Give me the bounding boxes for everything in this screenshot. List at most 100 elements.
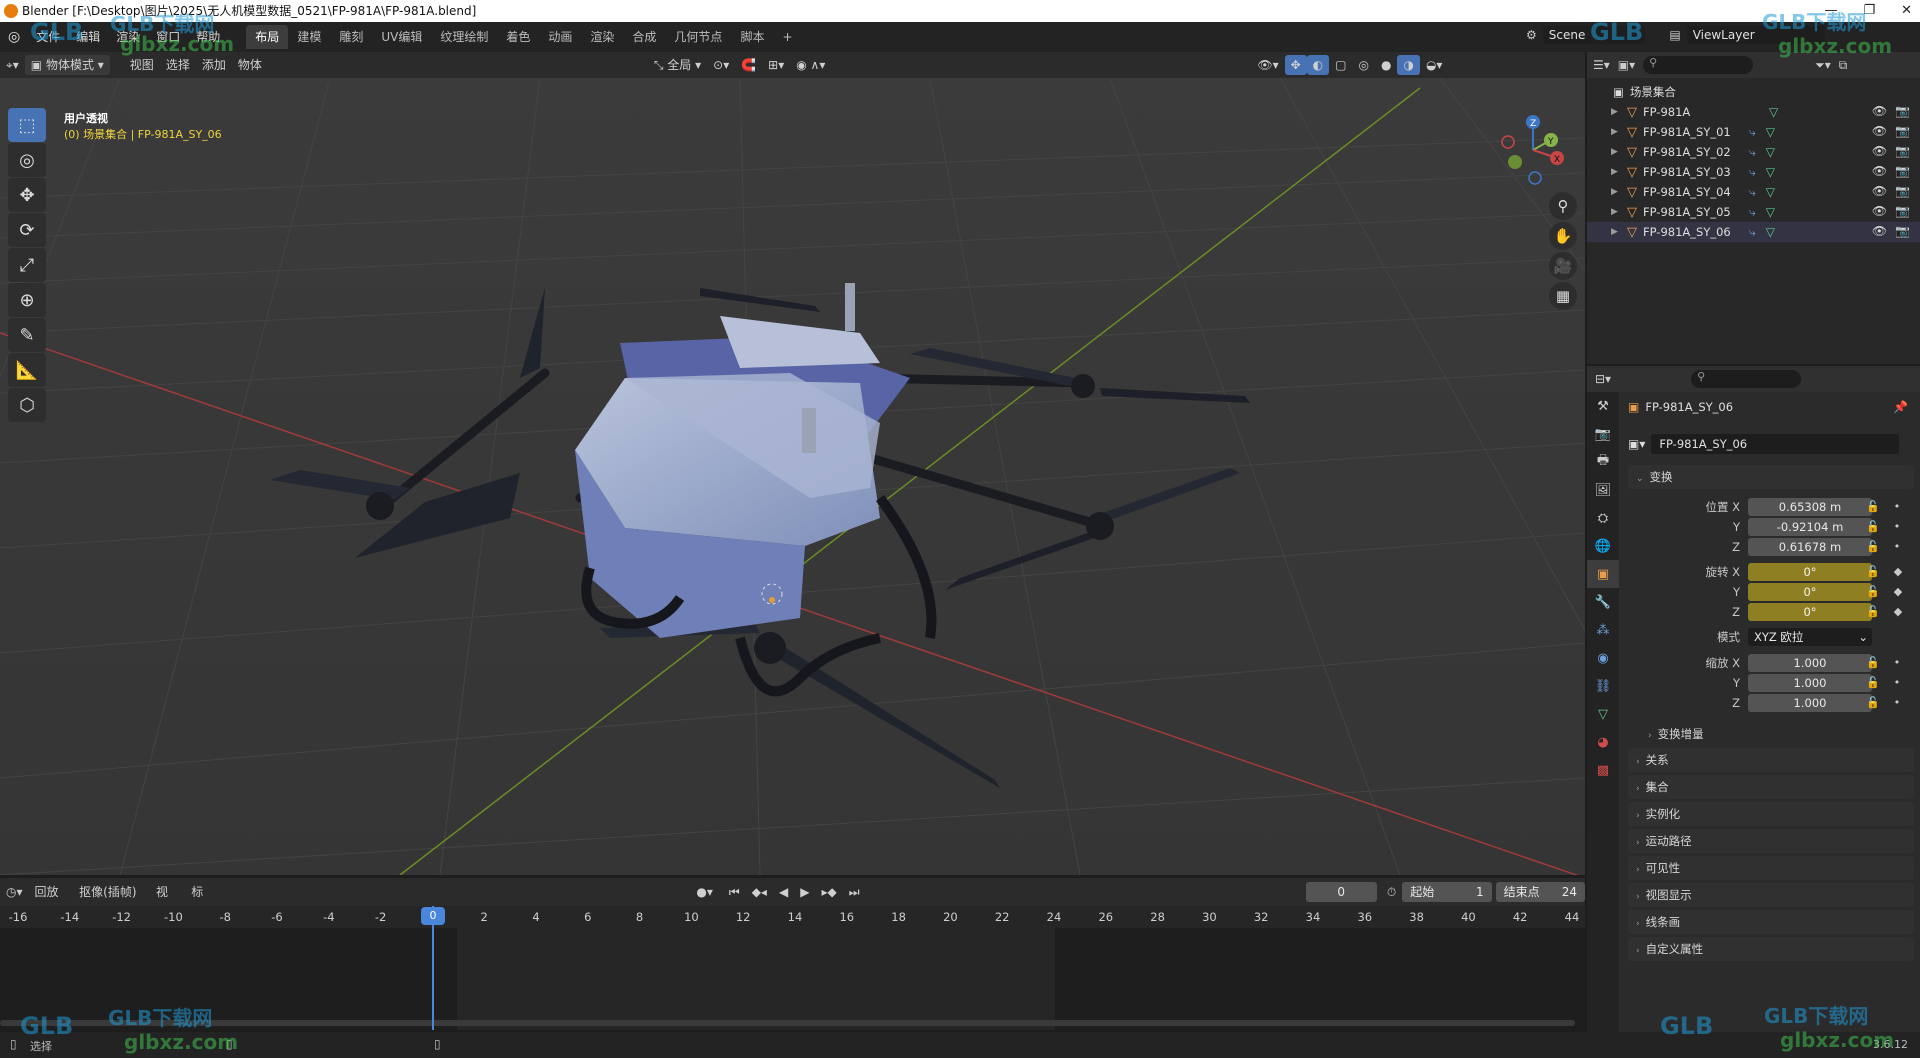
menu-keying[interactable]: 抠像(插帧) ▾ xyxy=(73,882,150,919)
expand-arrow-icon[interactable]: ▶ xyxy=(1611,187,1625,197)
tab-sculpting[interactable]: 雕刻 xyxy=(330,25,372,49)
rotation-mode-dropdown[interactable]: XYZ 欧拉 ⌄ xyxy=(1748,628,1872,646)
rotation-z-lock-icon[interactable]: 🔓 ◆ xyxy=(1866,605,1902,618)
measure-tool-icon[interactable]: 📐 xyxy=(8,353,46,387)
timeline-ruler[interactable]: -16-14-12-10-8-6-4-202468101214161820222… xyxy=(0,906,1585,928)
playhead-frame-label[interactable]: 0 xyxy=(421,907,445,925)
timer-icon[interactable]: ⏱ xyxy=(1387,885,1396,900)
tab-rendering[interactable]: 渲染 xyxy=(581,25,623,49)
world-tab-icon[interactable]: 🌐 xyxy=(1587,532,1619,560)
cursor-tool-icon[interactable]: ◎ xyxy=(8,143,46,177)
add-cube-tool-icon[interactable]: ⬡ xyxy=(8,388,46,422)
tab-compositing[interactable]: 合成 xyxy=(623,25,665,49)
tab-geometry-nodes[interactable]: 几何节点 xyxy=(665,25,731,49)
move-tool-icon[interactable]: ✥ xyxy=(8,178,46,212)
gizmo-toggle-icon[interactable]: ✥ xyxy=(1284,55,1307,75)
output-tab-icon[interactable]: 🖶 xyxy=(1587,448,1619,476)
outliner-editor-icon[interactable]: ☰▾ xyxy=(1593,58,1610,72)
outliner-root[interactable]: ▣ 场景集合 xyxy=(1587,82,1920,102)
next-key-icon[interactable]: ▸◆ xyxy=(815,882,842,902)
particles-tab-icon[interactable]: ⁂ xyxy=(1587,616,1619,644)
render-tab-icon[interactable]: 📷 xyxy=(1587,420,1619,448)
properties-editor-icon[interactable]: ⊟▾ xyxy=(1595,372,1611,386)
expand-arrow-icon[interactable]: ▶ xyxy=(1611,127,1625,137)
expand-arrow-icon[interactable]: ▶ xyxy=(1611,227,1625,237)
zoom-icon[interactable]: ⚲ xyxy=(1549,192,1577,220)
texture-tab-icon[interactable]: ▩ xyxy=(1587,756,1619,784)
expand-arrow-icon[interactable]: ▶ xyxy=(1611,107,1625,117)
location-z-field[interactable]: 0.61678 m xyxy=(1748,538,1872,556)
close-icon[interactable]: ✕ xyxy=(1901,0,1912,22)
jump-end-icon[interactable]: ⏭ xyxy=(843,882,866,902)
timeline-editor-icon[interactable]: ◷▾ xyxy=(0,882,29,902)
editor-type-icon[interactable]: ⌖▾ xyxy=(0,55,25,75)
expand-arrow-icon[interactable]: ▶ xyxy=(1611,207,1625,217)
location-y-lock-icon[interactable]: 🔓 • xyxy=(1866,520,1900,533)
data-tab-icon[interactable]: ▽ xyxy=(1587,700,1619,728)
visibility-icon[interactable]: 👁▾ xyxy=(1251,55,1284,75)
overlay-toggle-icon[interactable]: ◐ xyxy=(1306,55,1330,75)
snap-icon[interactable]: 🧲 xyxy=(735,55,762,75)
render-camera-icon[interactable]: 📷 xyxy=(1895,184,1910,198)
outliner-row[interactable]: ▶ ▽ FP-981A_SY_06 ⤷ ▽ 👁 📷 xyxy=(1587,222,1920,242)
tab-modeling[interactable]: 建模 xyxy=(288,25,330,49)
eye-icon[interactable]: 👁 xyxy=(1872,204,1887,218)
scale-x-field[interactable]: 1.000 xyxy=(1748,654,1872,672)
panel-collapsed[interactable]: › 视图显示 xyxy=(1628,883,1914,907)
outliner-row[interactable]: ▶ ▽ FP-981A ▽ 👁 📷 xyxy=(1587,102,1920,122)
mode-dropdown[interactable]: ▣ 物体模式 ▾ xyxy=(24,55,110,75)
physics-tab-icon[interactable]: ◉ xyxy=(1587,644,1619,672)
play-reverse-icon[interactable]: ◀ xyxy=(773,882,794,902)
shading-material-icon[interactable]: ◑ xyxy=(1397,55,1420,75)
constraints-tab-icon[interactable]: ⛓ xyxy=(1587,672,1619,700)
add-workspace-button[interactable]: + xyxy=(773,25,801,49)
ortho-grid-icon[interactable]: ▦ xyxy=(1549,282,1577,310)
eye-icon[interactable]: 👁 xyxy=(1872,124,1887,138)
rotation-x-lock-icon[interactable]: 🔓 ◆ xyxy=(1866,565,1902,578)
new-collection-icon[interactable]: ⧉ xyxy=(1839,58,1848,73)
tab-uv-editing[interactable]: UV编辑 xyxy=(372,25,431,49)
prev-key-icon[interactable]: ◆◂ xyxy=(746,882,773,902)
panel-collapsed[interactable]: › 关系 xyxy=(1628,748,1914,772)
3d-viewport[interactable] xyxy=(0,78,1585,875)
outliner-search-input[interactable]: ⚲ xyxy=(1643,56,1754,74)
scale-y-field[interactable]: 1.000 xyxy=(1748,674,1872,692)
rotation-y-field[interactable]: 0° xyxy=(1748,583,1872,601)
location-y-field[interactable]: -0.92104 m xyxy=(1748,518,1872,536)
view-layer-tab-icon[interactable]: 🖼 xyxy=(1587,476,1619,504)
filter-icon[interactable]: ⏷▾ xyxy=(1815,58,1831,73)
tab-scripting[interactable]: 脚本 xyxy=(731,25,773,49)
jump-start-icon[interactable]: ⏮ xyxy=(723,882,746,902)
auto-key-icon[interactable]: ●▾ xyxy=(690,882,719,902)
location-z-lock-icon[interactable]: 🔓 • xyxy=(1866,540,1900,553)
navigation-gizmo[interactable]: Z Y X xyxy=(1495,112,1565,188)
outliner-row[interactable]: ▶ ▽ FP-981A_SY_04 ⤷ ▽ 👁 📷 xyxy=(1587,182,1920,202)
pivot-icon[interactable]: ⊙▾ xyxy=(707,55,735,75)
scale-tool-icon[interactable]: ⤢ xyxy=(8,248,46,282)
menu-view[interactable]: 视图 xyxy=(124,55,160,75)
render-camera-icon[interactable]: 📷 xyxy=(1895,144,1910,158)
eye-icon[interactable]: 👁 xyxy=(1872,184,1887,198)
render-camera-icon[interactable]: 📷 xyxy=(1895,224,1910,238)
scale-z-lock-icon[interactable]: 🔓 • xyxy=(1866,696,1900,709)
outliner-row[interactable]: ▶ ▽ FP-981A_SY_05 ⤷ ▽ 👁 📷 xyxy=(1587,202,1920,222)
rotation-x-field[interactable]: 0° xyxy=(1748,563,1872,581)
rotate-tool-icon[interactable]: ⟳ xyxy=(8,213,46,247)
scene-tab-icon[interactable]: ⛭ xyxy=(1587,504,1619,532)
display-mode-icon[interactable]: ▣▾ xyxy=(1618,58,1635,72)
panel-collapsed[interactable]: › 运动路径 xyxy=(1628,829,1914,853)
xray-icon[interactable]: ▢ xyxy=(1329,55,1352,75)
blender-menu-icon[interactable]: ◎ xyxy=(0,26,28,48)
scale-x-lock-icon[interactable]: 🔓 • xyxy=(1866,656,1900,669)
tab-layout[interactable]: 布局 xyxy=(246,25,289,49)
transform-tool-icon[interactable]: ⊕ xyxy=(8,283,46,317)
timeline-body[interactable] xyxy=(0,928,1585,1030)
outliner-row[interactable]: ▶ ▽ FP-981A_SY_01 ⤷ ▽ 👁 📷 xyxy=(1587,122,1920,142)
menu-object[interactable]: 物体 xyxy=(232,55,268,75)
properties-search-input[interactable]: ⚲ xyxy=(1691,370,1802,388)
tab-texture-paint[interactable]: 纹理绘制 xyxy=(431,25,497,49)
camera-view-icon[interactable]: 🎥 xyxy=(1549,252,1577,280)
play-icon[interactable]: ▶ xyxy=(794,882,815,902)
material-tab-icon[interactable]: ◕ xyxy=(1587,728,1619,756)
eye-icon[interactable]: 👁 xyxy=(1872,224,1887,238)
